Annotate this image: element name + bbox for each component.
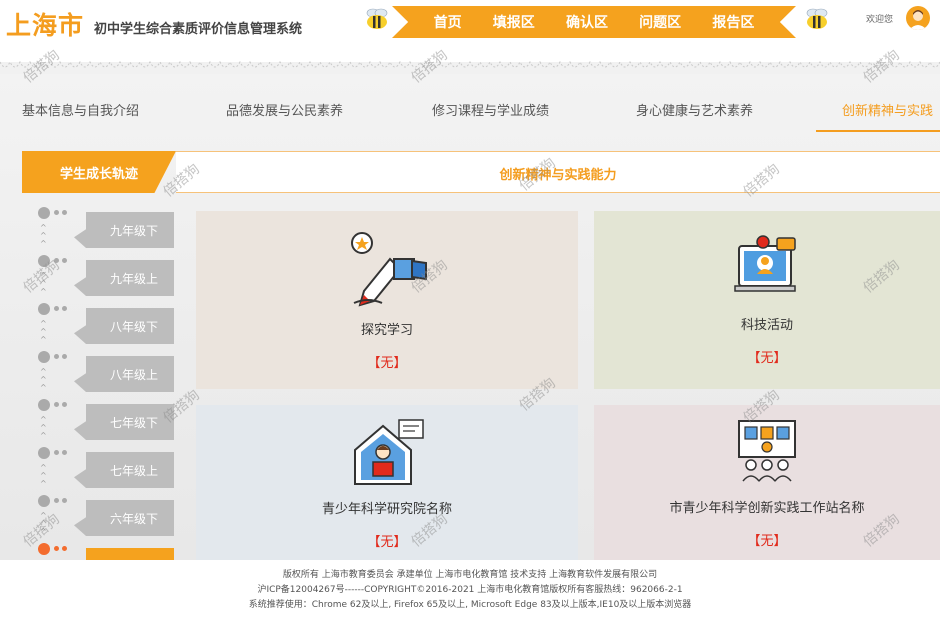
system-name: 初中学生综合素质评价信息管理系统: [94, 22, 303, 37]
timeline-dot: [62, 546, 67, 551]
tab-courses[interactable]: 修习课程与学业成绩: [432, 100, 549, 119]
timeline-dot: [62, 450, 67, 455]
card-status: 【无】: [747, 351, 787, 366]
tab-health-arts[interactable]: 身心健康与艺术素养: [636, 100, 753, 119]
category-tabs: 基本信息与自我介绍 品德发展与公民素养 修习课程与学业成绩 身心健康与艺术素养 …: [0, 92, 940, 134]
bee-icon: [366, 8, 388, 29]
timeline-dot: [38, 207, 50, 219]
chevron-up-icon: ^ ^ ^: [40, 511, 47, 536]
timeline-dot: [38, 255, 50, 267]
grade-item[interactable]: 七年级上: [74, 452, 174, 488]
grade-item[interactable]: 九年级下: [74, 212, 174, 248]
timeline-dot: [54, 258, 59, 263]
footer: 版权所有 上海市教育委员会 承建单位 上海市电化教育馆 技术支持 上海教育软件发…: [0, 560, 940, 621]
timeline-dot: [38, 399, 50, 411]
nav-home[interactable]: 首页: [434, 12, 462, 32]
card-status: 【无】: [747, 533, 787, 549]
header-divider: [0, 60, 940, 68]
grade-item[interactable]: 七年级下: [74, 404, 174, 440]
timeline-dot: [62, 306, 67, 311]
card-title: 青少年科学研究院名称: [321, 501, 452, 517]
nav-fill[interactable]: 填报区: [493, 12, 535, 32]
timeline-dot: [54, 306, 59, 311]
nav-issues[interactable]: 问题区: [639, 12, 681, 32]
card-title: 科技活动: [740, 318, 793, 333]
timeline-dot: [54, 498, 59, 503]
timeline-dot: [62, 402, 67, 407]
nav-report[interactable]: 报告区: [712, 12, 754, 32]
grade-item[interactable]: 八年级下: [74, 308, 174, 344]
section-header: 创新精神与实践能力: [176, 151, 940, 193]
timeline-dot: [38, 303, 50, 315]
card-science-workstation[interactable]: 市青少年科学创新实践工作站名称 【无】: [594, 405, 940, 560]
header: 上海市 初中学生综合素质评价信息管理系统 首页 填报区 确认区 问题区 报告区 …: [0, 0, 940, 68]
timeline-dot: [38, 447, 50, 459]
tab-basic-info[interactable]: 基本信息与自我介绍: [22, 100, 139, 119]
section-title: 创新精神与实践能力: [499, 168, 617, 183]
footer-icp: 沪ICP备12004267号------COPYRIGHT©2016-2021 …: [257, 585, 683, 595]
timeline-dot: [38, 495, 50, 507]
grade-item[interactable]: 六年级下: [74, 500, 174, 536]
chevron-up-icon: ^ ^ ^: [40, 367, 47, 392]
timeline-dot: [62, 210, 67, 215]
grade-timeline: 九年级下 ^ ^ ^ 九年级上 ^ ^ ^ 八年级下 ^ ^ ^ 八年级上 ^ ^ ^ 七年级下…: [22, 202, 182, 584]
main-nav: 首页 填报区 确认区 问题区 报告区: [392, 6, 796, 38]
bee-icon: [806, 8, 828, 29]
user-avatar-icon: [909, 10, 927, 30]
avatar[interactable]: [906, 6, 930, 30]
timeline-dot: [62, 258, 67, 263]
tab-moral[interactable]: 品德发展与公民素养: [226, 100, 343, 119]
card-youth-science-academy[interactable]: 青少年科学研究院名称 【无】: [196, 405, 578, 560]
pen-writing-icon: [351, 232, 427, 307]
timeline-dot: [62, 498, 67, 503]
chevron-up-icon: ^ ^ ^: [40, 271, 47, 296]
house-reading-icon: [354, 418, 424, 485]
timeline-dot: [38, 351, 50, 363]
chevron-up-icon: ^ ^ ^: [40, 319, 47, 344]
tab-innovation[interactable]: 创新精神与实践: [842, 100, 933, 119]
monitor-person-icon: [734, 235, 796, 292]
welcome-text: 欢迎您: [866, 15, 894, 25]
timeline-dot: [54, 546, 59, 551]
card-title: 探究学习: [360, 323, 413, 338]
timeline-dot: [54, 210, 59, 215]
card-title: 市青少年科学创新实践工作站名称: [669, 500, 865, 516]
timeline-dot: [62, 354, 67, 359]
active-tab-indicator: [816, 130, 940, 132]
grade-item[interactable]: 八年级上: [74, 356, 174, 392]
chevron-up-icon: ^ ^ ^: [40, 415, 47, 440]
logo-text: 上海市: [6, 11, 85, 40]
card-inquiry-learning[interactable]: 探究学习 【无】: [196, 211, 578, 389]
footer-browser-note: 系统推荐使用：Chrome 62及以上, Firefox 65及以上, Micr…: [248, 600, 692, 610]
timeline-dot: [54, 450, 59, 455]
timeline-dot: [54, 402, 59, 407]
chevron-up-icon: ^ ^ ^: [40, 463, 47, 488]
grade-item[interactable]: 九年级上: [74, 260, 174, 296]
timeline-dot-active: [38, 543, 50, 555]
footer-copyright: 版权所有 上海市教育委员会 承建单位 上海市电化教育馆 技术支持 上海教育软件发…: [282, 570, 658, 580]
lecture-group-icon: [738, 419, 796, 481]
nav-confirm[interactable]: 确认区: [566, 12, 608, 32]
sidebar-title: 学生成长轨迹: [22, 151, 176, 193]
card-status: 【无】: [367, 534, 407, 550]
card-status: 【无】: [367, 356, 407, 371]
timeline-dot: [54, 354, 59, 359]
chevron-up-icon: ^ ^ ^: [40, 223, 47, 248]
card-tech-activity[interactable]: 科技活动 【无】: [594, 211, 940, 389]
